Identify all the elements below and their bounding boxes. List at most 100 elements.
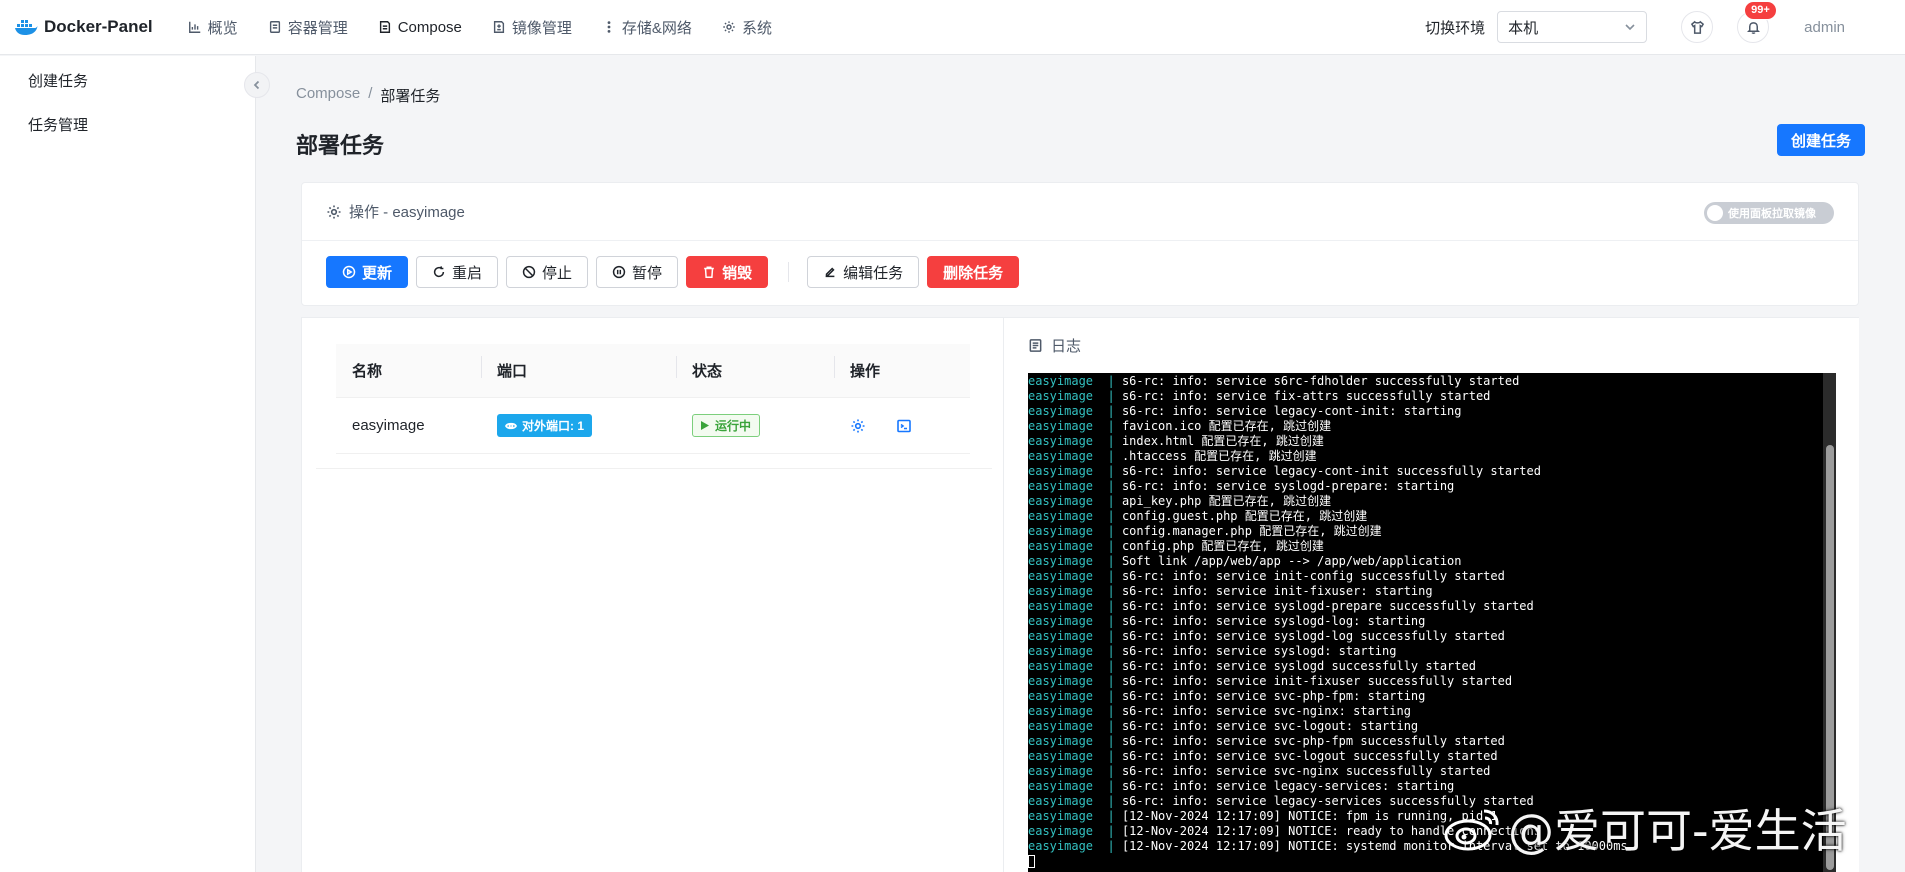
stop-button[interactable]: 停止 [506, 256, 589, 288]
notification-button[interactable]: 99+ [1737, 1, 1777, 43]
refresh-icon [433, 266, 445, 278]
theme-button[interactable] [1681, 11, 1714, 43]
nav-system[interactable]: 系统 [707, 0, 787, 55]
log-source: easyimage [1028, 719, 1094, 733]
port-tag[interactable]: 对外端口: 1 [497, 414, 593, 437]
log-separator: | [1093, 614, 1122, 628]
log-separator: | [1093, 554, 1122, 568]
service-table: 名称 端口 状态 操作 easyimage 对外端口: 1 运行中 [336, 344, 970, 454]
nav-storage-network-label: 存储&网络 [621, 19, 692, 37]
log-separator: | [1093, 584, 1122, 598]
nav-storage-network[interactable]: 存储&网络 [587, 0, 707, 55]
log-line: easyimage | s6-rc: info: service svc-php… [1028, 689, 1836, 704]
log-line: easyimage | favicon.ico 配置已存在, 跳过创建 [1028, 419, 1836, 434]
nav-overview[interactable]: 概览 [173, 0, 253, 55]
log-separator: | [1093, 644, 1122, 658]
divider [316, 468, 992, 469]
top-nav: Docker-Panel 概览 容器管理 Compose 镜像管理 存储&网络 … [0, 0, 1905, 55]
log-line: easyimage | s6-rc: info: service init-co… [1028, 569, 1836, 584]
log-line: easyimage | s6-rc: info: service legacy-… [1028, 404, 1836, 419]
log-separator: | [1093, 764, 1122, 778]
log-message: api_key.php 配置已存在, 跳过创建 [1121, 494, 1332, 508]
log-source: easyimage [1028, 524, 1094, 538]
settings-icon[interactable] [850, 418, 866, 434]
log-message: s6-rc: info: service svc-logout successf… [1121, 749, 1498, 763]
destroy-button[interactable]: 销毁 [686, 256, 769, 288]
bell-icon [1746, 21, 1760, 34]
log-message: s6-rc: info: service legacy-cont-init: s… [1121, 404, 1462, 418]
log-separator: | [1093, 599, 1122, 613]
log-line: easyimage | s6-rc: info: service legacy-… [1028, 779, 1836, 794]
log-line: easyimage | config.php 配置已存在, 跳过创建 [1028, 539, 1836, 554]
log-line: easyimage | s6-rc: info: service syslogd… [1028, 614, 1836, 629]
log-line: easyimage | Soft link /app/web/app --> /… [1028, 554, 1836, 569]
more-icon [607, 21, 611, 33]
table-row: easyimage 对外端口: 1 运行中 [336, 398, 970, 454]
sidebar: 创建任务 任务管理 [0, 56, 256, 872]
panel-pull-image-toggle[interactable]: 使用面板拉取镜像 [1704, 202, 1834, 224]
log-line: easyimage | s6-rc: info: service svc-ngi… [1028, 764, 1836, 779]
log-message: config.manager.php 配置已存在, 跳过创建 [1121, 524, 1382, 538]
log-source: easyimage [1028, 464, 1094, 478]
nav-images[interactable]: 镜像管理 [477, 0, 587, 55]
breadcrumb-root[interactable]: Compose [296, 85, 360, 106]
log-panel: 日志 easyimage | s6-rc: info: service s6rc… [1003, 317, 1859, 872]
column-header-port: 端口 [481, 356, 676, 381]
log-source: easyimage [1028, 599, 1094, 613]
log-separator: | [1093, 734, 1122, 748]
log-header: 日志 [1028, 335, 1081, 356]
log-message: s6-rc: info: service syslogd successfull… [1121, 659, 1476, 673]
log-source: easyimage [1028, 674, 1094, 688]
log-line: easyimage | s6-rc: info: service syslogd… [1028, 479, 1836, 494]
log-message: s6-rc: info: service svc-php-fpm success… [1121, 734, 1505, 748]
log-separator: | [1093, 419, 1122, 433]
env-select[interactable]: 本机 [1497, 11, 1648, 43]
log-line: easyimage | s6-rc: info: service syslogd… [1028, 659, 1836, 674]
log-separator: | [1093, 464, 1122, 478]
log-separator: | [1093, 509, 1122, 523]
log-lines: easyimage | s6-rc: info: service s6rc-fd… [1028, 374, 1836, 854]
env-label: 切换环境 [1425, 19, 1486, 37]
edit-task-button[interactable]: 编辑任务 [807, 256, 920, 288]
log-line: easyimage | s6-rc: info: service s6rc-fd… [1028, 374, 1836, 389]
sidebar-collapse-button[interactable] [244, 72, 270, 98]
log-source: easyimage [1028, 584, 1094, 598]
pause-button-label: 暂停 [632, 264, 663, 282]
log-message: s6-rc: info: service svc-nginx: starting [1121, 704, 1411, 718]
update-button[interactable]: 更新 [326, 256, 409, 288]
nav-containers[interactable]: 容器管理 [253, 0, 363, 55]
brand[interactable]: Docker-Panel [14, 17, 153, 37]
play-circle-icon [342, 265, 356, 279]
create-task-button[interactable]: 创建任务 [1777, 124, 1865, 156]
nav-compose[interactable]: Compose [363, 0, 477, 55]
pause-button[interactable]: 暂停 [596, 256, 679, 288]
log-separator: | [1093, 539, 1122, 553]
log-source: easyimage [1028, 659, 1094, 673]
destroy-button-label: 销毁 [722, 264, 753, 282]
restart-button[interactable]: 重启 [416, 256, 499, 288]
eye-icon [505, 422, 517, 429]
sidebar-item-task-manage[interactable]: 任务管理 [0, 104, 255, 148]
log-source: easyimage [1028, 539, 1094, 553]
log-separator: | [1093, 389, 1122, 403]
log-separator: | [1093, 629, 1122, 643]
watermark: @爱可可-爱生活 [1442, 795, 1847, 861]
log-line: easyimage | index.html 配置已存在, 跳过创建 [1028, 434, 1836, 449]
port-tag-label: 对外端口: 1 [522, 419, 585, 433]
log-source: easyimage [1028, 434, 1094, 448]
log-message: config.php 配置已存在, 跳过创建 [1121, 539, 1324, 553]
env-select-value: 本机 [1508, 19, 1539, 37]
log-line: easyimage | s6-rc: info: service fix-att… [1028, 389, 1836, 404]
operations-card: 操作 - easyimage 使用面板拉取镜像 更新 重启 停止 暂停 销毁 编… [301, 182, 1859, 306]
sidebar-item-create-task[interactable]: 创建任务 [0, 60, 255, 104]
play-icon [701, 421, 709, 430]
user-name[interactable]: admin [1804, 19, 1845, 36]
log-source: easyimage [1028, 569, 1094, 583]
log-source: easyimage [1028, 734, 1094, 748]
terminal-icon[interactable] [896, 418, 912, 434]
terminal-cursor [1028, 855, 1035, 868]
log-message: s6-rc: info: service legacy-services: st… [1121, 779, 1455, 793]
log-separator: | [1093, 494, 1122, 508]
delete-task-button[interactable]: 删除任务 [927, 256, 1020, 288]
log-line: easyimage | s6-rc: info: service svc-log… [1028, 719, 1836, 734]
